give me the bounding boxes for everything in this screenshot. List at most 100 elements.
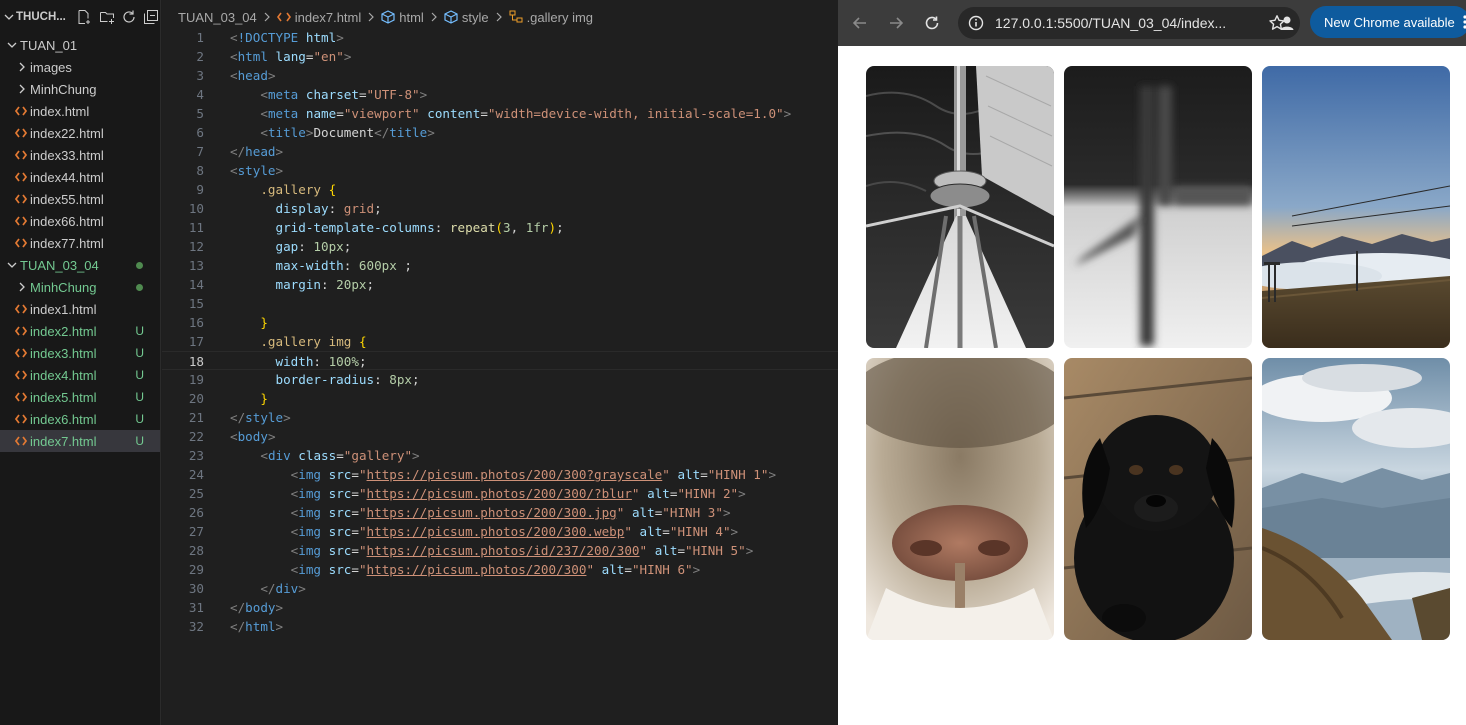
breadcrumb-html[interactable]: html (399, 10, 424, 25)
code-line[interactable]: 10 display: grid; (162, 199, 838, 218)
line-number: 1 (196, 30, 204, 45)
code-text: <img src="https://picsum.photos/200/300.… (290, 524, 739, 539)
tree-item[interactable]: TUAN_03_04 (0, 254, 160, 276)
chevron-right-icon[interactable] (14, 59, 30, 75)
code-line[interactable]: 18 width: 100%; (162, 351, 838, 370)
tree-item[interactable]: index66.html (0, 210, 160, 232)
code-line[interactable]: 1 <!DOCTYPE html> (162, 28, 838, 47)
code-line[interactable]: 8 <style> (162, 161, 838, 180)
tree-item[interactable]: index6.html U (0, 408, 160, 430)
forward-arrow-icon[interactable] (882, 9, 910, 37)
chevron-down-icon[interactable] (4, 37, 20, 53)
code-text: width: 100%; (275, 354, 367, 369)
tree-item[interactable]: index44.html (0, 166, 160, 188)
code-line[interactable]: 31 </body> (162, 598, 838, 617)
chevron-right-icon[interactable] (14, 279, 30, 295)
breadcrumb-style[interactable]: style (462, 10, 489, 25)
gallery-image-1 (866, 66, 1054, 348)
line-number: 28 (188, 543, 204, 558)
breadcrumb-folder[interactable]: TUAN_03_04 (178, 10, 257, 25)
tree-item[interactable]: index4.html U (0, 364, 160, 386)
tree-item[interactable]: index77.html (0, 232, 160, 254)
code-line[interactable]: 9 .gallery { (162, 180, 838, 199)
tree-item[interactable]: index55.html (0, 188, 160, 210)
chevron-right-icon[interactable] (14, 81, 30, 97)
reload-icon[interactable] (918, 9, 946, 37)
code-line[interactable]: 25 <img src="https://picsum.photos/200/3… (162, 484, 838, 503)
code-line[interactable]: 32 </html> (162, 617, 838, 636)
tree-item-label: index4.html (30, 367, 97, 383)
address-bar[interactable]: 127.0.0.1:5500/TUAN_03_04/index... (958, 7, 1300, 39)
code-line[interactable]: 2 <html lang="en"> (162, 47, 838, 66)
code-line[interactable]: 24 <img src="https://picsum.photos/200/3… (162, 465, 838, 484)
code-text: } (260, 315, 268, 330)
code-line[interactable]: 28 <img src="https://picsum.photos/id/23… (162, 541, 838, 560)
code-line[interactable]: 30 </div> (162, 579, 838, 598)
code-line[interactable]: 6 <title>Document</title> (162, 123, 838, 142)
code-line[interactable]: 17 .gallery img { (162, 332, 838, 351)
code-line[interactable]: 21 </style> (162, 408, 838, 427)
line-number: 17 (188, 334, 204, 349)
code-line[interactable]: 23 <div class="gallery"> (162, 446, 838, 465)
tree-item[interactable]: images (0, 56, 160, 78)
gallery-image-5 (1064, 358, 1252, 640)
new-file-icon[interactable] (76, 8, 93, 26)
tree-item-label: TUAN_03_04 (20, 257, 99, 273)
code-line[interactable]: 12 gap: 10px; (162, 237, 838, 256)
line-number: 30 (188, 581, 204, 596)
chrome-update-button[interactable]: New Chrome available (1310, 6, 1466, 38)
code-line[interactable]: 4 <meta charset="UTF-8"> (162, 85, 838, 104)
code-line[interactable]: 13 max-width: 600px ; (162, 256, 838, 275)
html-file-icon (14, 345, 28, 361)
line-number: 19 (188, 372, 204, 387)
code-text: <img src="https://picsum.photos/id/237/2… (290, 543, 754, 558)
tree-item[interactable]: index.html (0, 100, 160, 122)
code-line[interactable]: 11 grid-template-columns: repeat(3, 1fr)… (162, 218, 838, 237)
code-line[interactable]: 27 <img src="https://picsum.photos/200/3… (162, 522, 838, 541)
new-folder-icon[interactable] (98, 8, 115, 26)
collapse-all-icon[interactable] (143, 8, 160, 26)
code-line[interactable]: 29 <img src="https://picsum.photos/200/3… (162, 560, 838, 579)
code-line[interactable]: 14 margin: 20px; (162, 275, 838, 294)
code-line[interactable]: 16 } (162, 313, 838, 332)
workspace-title[interactable]: THUCH... (16, 11, 66, 23)
line-number: 27 (188, 524, 204, 539)
code-line[interactable]: 15 (162, 294, 838, 313)
browser-window: 127.0.0.1:5500/TUAN_03_04/index... New C… (838, 0, 1466, 725)
code-line[interactable]: 19 border-radius: 8px; (162, 370, 838, 389)
code-line[interactable]: 22 <body> (162, 427, 838, 446)
back-arrow-icon[interactable] (846, 9, 874, 37)
line-number: 24 (188, 467, 204, 482)
code-line[interactable]: 5 <meta name="viewport" content="width=d… (162, 104, 838, 123)
chevron-down-icon[interactable] (4, 12, 14, 22)
tree-item[interactable]: index3.html U (0, 342, 160, 364)
chevron-down-icon[interactable] (4, 257, 20, 273)
code-line[interactable]: 20 } (162, 389, 838, 408)
code-area[interactable]: 1 <!DOCTYPE html> 2 <html lang="en"> 3 <head>… (162, 28, 838, 636)
tree-item[interactable]: index22.html (0, 122, 160, 144)
code-line[interactable]: 7 </head> (162, 142, 838, 161)
site-info-icon[interactable] (968, 15, 984, 35)
git-status-badge: U (135, 412, 144, 426)
code-line[interactable]: 26 <img src="https://picsum.photos/200/3… (162, 503, 838, 522)
tree-item[interactable]: index1.html (0, 298, 160, 320)
breadcrumb-selector[interactable]: .gallery img (527, 10, 593, 25)
gallery-image-3 (1262, 66, 1450, 348)
breadcrumb-file[interactable]: index7.html (295, 10, 361, 25)
line-number: 8 (196, 163, 204, 178)
tree-item[interactable]: TUAN_01 (0, 34, 160, 56)
tree-item[interactable]: index5.html U (0, 386, 160, 408)
url-text[interactable]: 127.0.0.1:5500/TUAN_03_04/index... (995, 15, 1226, 31)
code-text: <!DOCTYPE html> (230, 30, 344, 45)
profile-icon[interactable] (1273, 9, 1301, 37)
code-line[interactable]: 3 <head> (162, 66, 838, 85)
code-text: border-radius: 8px; (275, 372, 420, 387)
tree-item[interactable]: MinhChung (0, 276, 160, 298)
html-file-icon (14, 367, 28, 383)
refresh-icon[interactable] (120, 8, 137, 26)
tree-item[interactable]: index7.html U (0, 430, 160, 452)
tree-item[interactable]: index33.html (0, 144, 160, 166)
tree-item[interactable]: MinhChung (0, 78, 160, 100)
line-number: 13 (188, 258, 204, 273)
tree-item[interactable]: index2.html U (0, 320, 160, 342)
